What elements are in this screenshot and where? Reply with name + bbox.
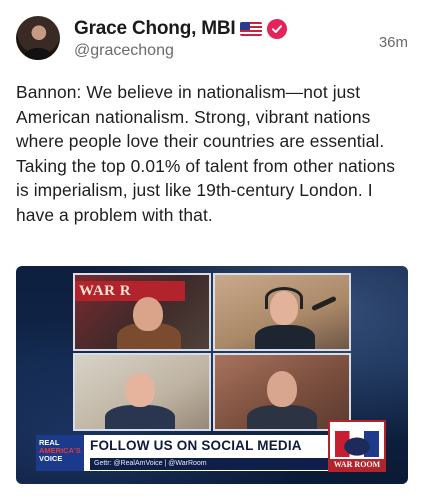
post-text: Bannon: We believe in nationalism—not ju… — [16, 82, 396, 225]
post-timestamp[interactable]: 36m — [379, 34, 408, 51]
verified-icon — [267, 19, 288, 39]
post-header: Grace Chong, MBI @gracechong 36m — [16, 16, 408, 64]
author-handle[interactable]: @gracechong — [74, 42, 174, 60]
author-display-name[interactable]: Grace Chong, MBI — [74, 18, 236, 40]
avatar[interactable] — [16, 16, 60, 60]
banner-title: FOLLOW US ON SOCIAL MEDIA — [90, 438, 302, 453]
banner-subtitle: Gettr: @RealAmVoice | @WarRoom — [90, 458, 340, 470]
video-tile-host: WAR R — [73, 273, 211, 351]
us-flag-icon — [240, 22, 263, 36]
real-americas-voice-logo: REAL AMERICA'S VOICE — [36, 435, 84, 471]
war-room-eagle-logo: WAR ROOM — [328, 420, 386, 472]
eagle-icon — [335, 431, 379, 457]
video-tile-guest-2 — [73, 353, 211, 431]
war-room-logo-text: WAR ROOM — [330, 459, 384, 470]
video-tile-guest-1 — [213, 273, 351, 351]
war-room-sign: WAR R — [75, 281, 185, 301]
author-name-row: Grace Chong, MBI — [74, 18, 288, 40]
video-player[interactable]: WAR R REAL AMERICA'S VOICE FOLLOW US ON … — [16, 266, 408, 484]
